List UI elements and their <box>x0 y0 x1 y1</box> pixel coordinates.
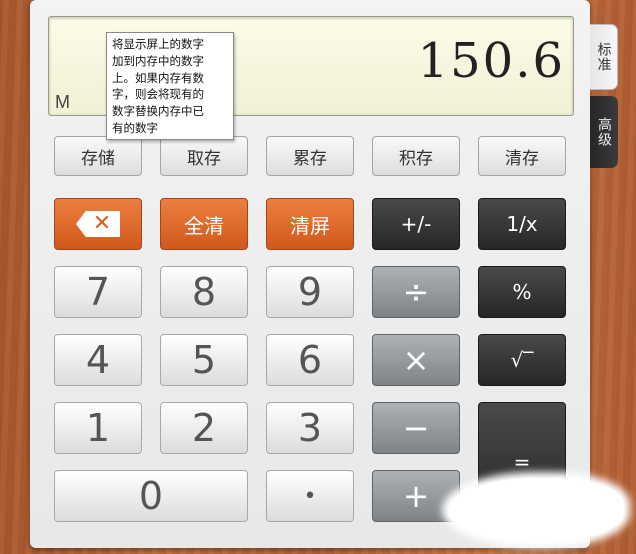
calculator-window: 150.6 M 将显示屏上的数字 加到内存中的数字 上。如果内存有数 字，则会将… <box>30 0 590 548</box>
digit-7-button[interactable]: 7 <box>54 266 142 318</box>
sqrt-button[interactable]: √‾ <box>478 334 566 386</box>
digit-6-button[interactable]: 6 <box>266 334 354 386</box>
percent-button[interactable]: % <box>478 266 566 318</box>
divide-button[interactable]: ÷ <box>372 266 460 318</box>
digit-3-button[interactable]: 3 <box>266 402 354 454</box>
decimal-button[interactable]: • <box>266 470 354 522</box>
digit-2-button[interactable]: 2 <box>160 402 248 454</box>
redaction-overlay <box>448 478 624 542</box>
tooltip-line: 将显示屏上的数字 <box>112 37 204 51</box>
memory-recall-button[interactable]: 取存 <box>160 136 248 176</box>
clear-all-button[interactable]: 全清 <box>160 198 248 250</box>
memory-clear-button[interactable]: 清存 <box>478 136 566 176</box>
tab-standard[interactable]: 标准 <box>590 24 618 90</box>
tooltip-line: 加到内存中的数字 <box>112 53 204 68</box>
digit-5-button[interactable]: 5 <box>160 334 248 386</box>
tooltip-line: 字，则会将现有的 <box>112 87 204 102</box>
memory-store-button[interactable]: 存储 <box>54 136 142 176</box>
digit-1-button[interactable]: 1 <box>54 402 142 454</box>
tooltip-line: 数字替换内存中已 <box>112 104 204 119</box>
subtract-button[interactable]: − <box>372 402 460 454</box>
digit-9-button[interactable]: 9 <box>266 266 354 318</box>
backspace-icon: ✕ <box>76 211 120 237</box>
memory-multiply-button[interactable]: 积存 <box>372 136 460 176</box>
tab-advanced[interactable]: 高级 <box>590 96 618 168</box>
tab-advanced-label: 高级 <box>596 117 612 147</box>
tab-standard-label: 标准 <box>595 42 612 72</box>
sqrt-icon: √‾ <box>510 348 534 372</box>
digit-0-button[interactable]: 0 <box>54 470 248 522</box>
multiply-button[interactable]: × <box>372 334 460 386</box>
reciprocal-button[interactable]: 1/x <box>478 198 566 250</box>
memory-add-button[interactable]: 累存 <box>266 136 354 176</box>
tooltip-line: 有的数字 <box>112 120 158 135</box>
display-value: 150.6 <box>417 33 565 89</box>
backspace-button[interactable]: ✕ <box>54 198 142 250</box>
digit-4-button[interactable]: 4 <box>54 334 142 386</box>
clear-screen-button[interactable]: 清屏 <box>266 198 354 250</box>
tooltip-line: 上。如果内存有数 <box>112 70 204 85</box>
digit-8-button[interactable]: 8 <box>160 266 248 318</box>
memory-indicator: M <box>55 92 70 112</box>
negate-button[interactable]: +/- <box>372 198 460 250</box>
tooltip: 将显示屏上的数字 加到内存中的数字 上。如果内存有数 字，则会将现有的 数字替换… <box>106 32 234 140</box>
add-button[interactable]: + <box>372 470 460 522</box>
